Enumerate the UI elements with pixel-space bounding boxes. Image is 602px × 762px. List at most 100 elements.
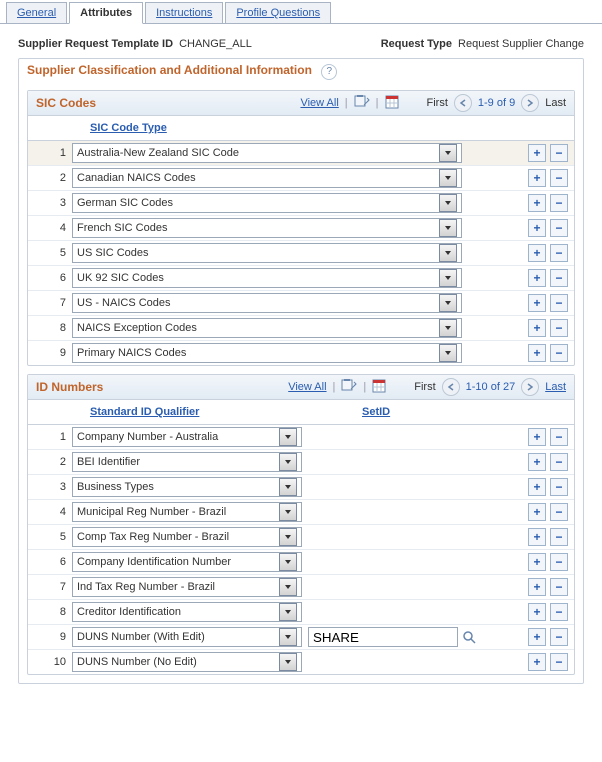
idn-col-setid[interactable]: SetID xyxy=(354,400,574,424)
delete-row-button[interactable]: − xyxy=(550,628,568,646)
lookup-icon[interactable] xyxy=(462,630,476,644)
grid-options-icon[interactable] xyxy=(372,379,388,395)
table-row: 8Creditor Identification+− xyxy=(28,600,574,625)
sic-code-type-select[interactable]: Primary NAICS Codes xyxy=(72,343,462,363)
id-qualifier-select[interactable]: Ind Tax Reg Number - Brazil xyxy=(72,577,302,597)
id-qualifier-select[interactable]: Company Identification Number xyxy=(72,552,302,572)
chevron-down-icon[interactable] xyxy=(439,219,457,237)
delete-row-button[interactable]: − xyxy=(550,319,568,337)
chevron-down-icon[interactable] xyxy=(439,144,457,162)
zoom-icon[interactable] xyxy=(341,379,357,395)
delete-row-button[interactable]: − xyxy=(550,453,568,471)
delete-row-button[interactable]: − xyxy=(550,194,568,212)
view-all-link[interactable]: View All xyxy=(288,381,326,393)
setid-input[interactable] xyxy=(308,627,458,647)
add-row-button[interactable]: + xyxy=(528,319,546,337)
zoom-icon[interactable] xyxy=(354,95,370,111)
delete-row-button[interactable]: − xyxy=(550,553,568,571)
delete-row-button[interactable]: − xyxy=(550,603,568,621)
delete-row-button[interactable]: − xyxy=(550,528,568,546)
row-number: 3 xyxy=(28,481,72,493)
next-icon[interactable] xyxy=(521,378,539,396)
delete-row-button[interactable]: − xyxy=(550,478,568,496)
chevron-down-icon[interactable] xyxy=(439,169,457,187)
sic-code-type-select[interactable]: UK 92 SIC Codes xyxy=(72,268,462,288)
id-qualifier-select[interactable]: Business Types xyxy=(72,477,302,497)
add-row-button[interactable]: + xyxy=(528,144,546,162)
delete-row-button[interactable]: − xyxy=(550,294,568,312)
chevron-down-icon[interactable] xyxy=(279,428,297,446)
sic-code-type-select[interactable]: US - NAICS Codes xyxy=(72,293,462,313)
sic-code-type-select[interactable]: Australia-New Zealand SIC Code xyxy=(72,143,462,163)
delete-row-button[interactable]: − xyxy=(550,653,568,671)
last-link[interactable]: Last xyxy=(545,381,566,393)
chevron-down-icon[interactable] xyxy=(439,294,457,312)
add-row-button[interactable]: + xyxy=(528,578,546,596)
chevron-down-icon[interactable] xyxy=(279,653,297,671)
help-icon[interactable]: ? xyxy=(321,64,337,80)
chevron-down-icon[interactable] xyxy=(279,603,297,621)
sic-code-type-select[interactable]: Canadian NAICS Codes xyxy=(72,168,462,188)
delete-row-button[interactable]: − xyxy=(550,344,568,362)
chevron-down-icon[interactable] xyxy=(279,628,297,646)
add-row-button[interactable]: + xyxy=(528,244,546,262)
delete-row-button[interactable]: − xyxy=(550,169,568,187)
chevron-down-icon[interactable] xyxy=(439,194,457,212)
chevron-down-icon[interactable] xyxy=(439,344,457,362)
add-row-button[interactable]: + xyxy=(528,603,546,621)
id-qualifier-select[interactable]: Municipal Reg Number - Brazil xyxy=(72,502,302,522)
add-row-button[interactable]: + xyxy=(528,503,546,521)
chevron-down-icon[interactable] xyxy=(439,269,457,287)
add-row-button[interactable]: + xyxy=(528,428,546,446)
sic-code-type-select[interactable]: German SIC Codes xyxy=(72,193,462,213)
add-row-button[interactable]: + xyxy=(528,219,546,237)
id-qualifier-select[interactable]: BEI Identifier xyxy=(72,452,302,472)
chevron-down-icon[interactable] xyxy=(279,578,297,596)
idn-col-qualifier[interactable]: Standard ID Qualifier xyxy=(82,400,354,424)
view-all-link[interactable]: View All xyxy=(300,97,338,109)
chevron-down-icon[interactable] xyxy=(279,528,297,546)
tab-attributes[interactable]: Attributes xyxy=(69,2,143,24)
delete-row-button[interactable]: − xyxy=(550,428,568,446)
chevron-down-icon[interactable] xyxy=(279,453,297,471)
prev-icon[interactable] xyxy=(442,378,460,396)
add-row-button[interactable]: + xyxy=(528,653,546,671)
add-row-button[interactable]: + xyxy=(528,553,546,571)
id-qualifier-select[interactable]: DUNS Number (No Edit) xyxy=(72,652,302,672)
chevron-down-icon[interactable] xyxy=(279,478,297,496)
tab-general[interactable]: General xyxy=(6,2,67,23)
add-row-button[interactable]: + xyxy=(528,478,546,496)
delete-row-button[interactable]: − xyxy=(550,219,568,237)
id-qualifier-select[interactable]: DUNS Number (With Edit) xyxy=(72,627,302,647)
add-row-button[interactable]: + xyxy=(528,344,546,362)
add-row-button[interactable]: + xyxy=(528,269,546,287)
id-qualifier-select[interactable]: Comp Tax Reg Number - Brazil xyxy=(72,527,302,547)
add-row-button[interactable]: + xyxy=(528,528,546,546)
delete-row-button[interactable]: − xyxy=(550,244,568,262)
next-icon[interactable] xyxy=(521,94,539,112)
chevron-down-icon[interactable] xyxy=(439,319,457,337)
grid-options-icon[interactable] xyxy=(385,95,401,111)
add-row-button[interactable]: + xyxy=(528,628,546,646)
chevron-down-icon[interactable] xyxy=(279,503,297,521)
delete-row-button[interactable]: − xyxy=(550,269,568,287)
sic-code-type-select[interactable]: US SIC Codes xyxy=(72,243,462,263)
delete-row-button[interactable]: − xyxy=(550,578,568,596)
add-row-button[interactable]: + xyxy=(528,194,546,212)
id-qualifier-select[interactable]: Creditor Identification xyxy=(72,602,302,622)
sic-code-type-select[interactable]: NAICS Exception Codes xyxy=(72,318,462,338)
tab-instructions[interactable]: Instructions xyxy=(145,2,223,23)
prev-icon[interactable] xyxy=(454,94,472,112)
chevron-down-icon[interactable] xyxy=(439,244,457,262)
delete-row-button[interactable]: − xyxy=(550,503,568,521)
add-row-button[interactable]: + xyxy=(528,294,546,312)
sic-col-header[interactable]: SIC Code Type xyxy=(82,116,574,140)
tab-profile-questions[interactable]: Profile Questions xyxy=(225,2,331,23)
add-row-button[interactable]: + xyxy=(528,453,546,471)
row-number: 10 xyxy=(28,656,72,668)
sic-code-type-select[interactable]: French SIC Codes xyxy=(72,218,462,238)
chevron-down-icon[interactable] xyxy=(279,553,297,571)
add-row-button[interactable]: + xyxy=(528,169,546,187)
delete-row-button[interactable]: − xyxy=(550,144,568,162)
id-qualifier-select[interactable]: Company Number - Australia xyxy=(72,427,302,447)
